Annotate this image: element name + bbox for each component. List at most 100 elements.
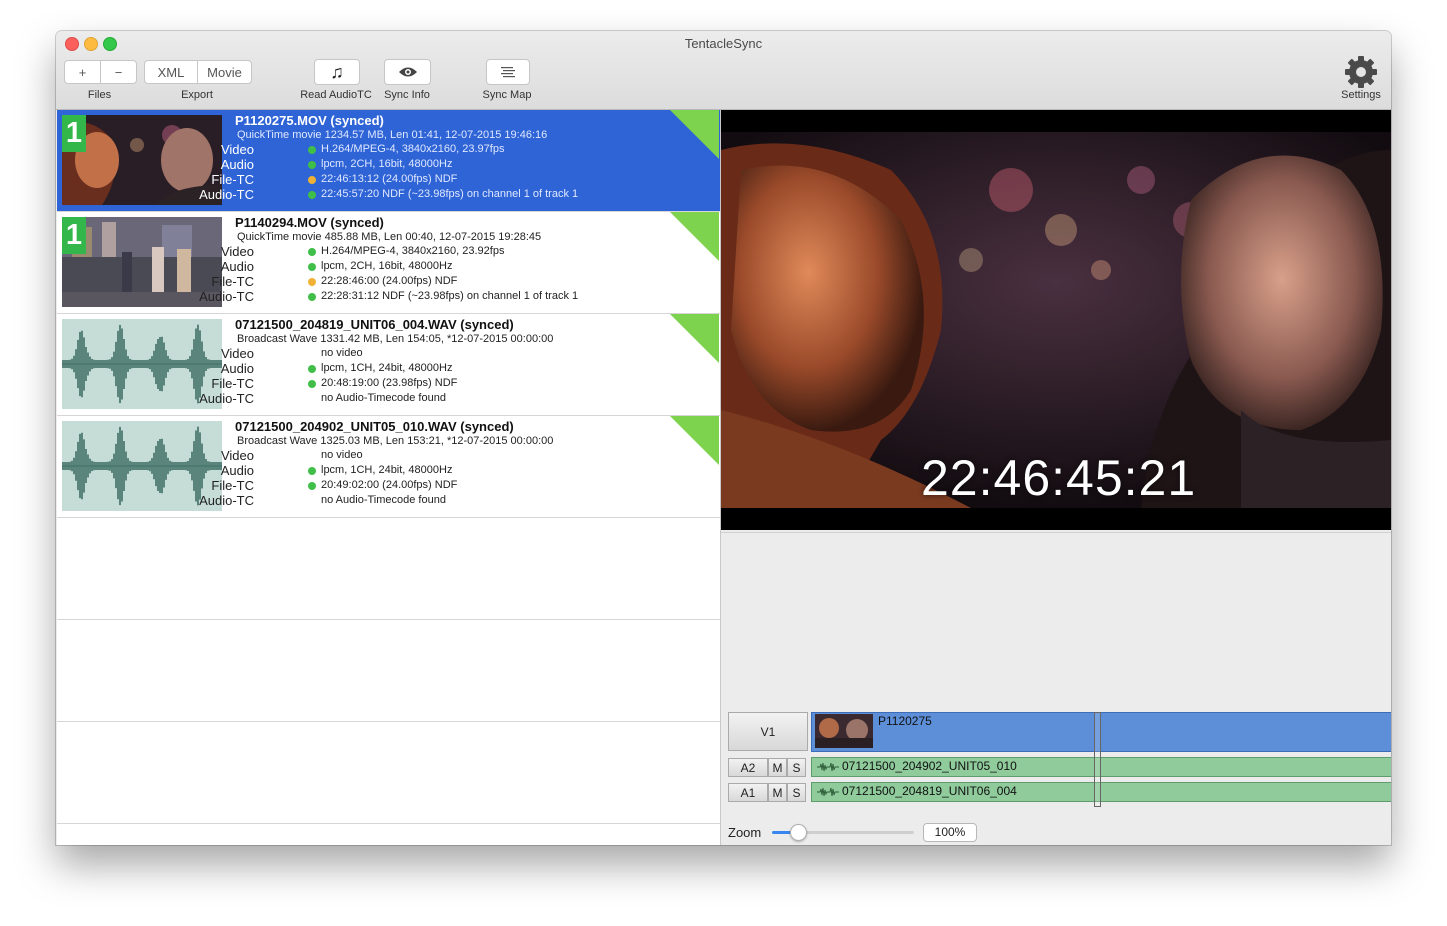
files-segmented-control: + −	[64, 60, 137, 84]
property-value: 22:28:31:12 NDF (~23.98fps) on channel 1…	[321, 290, 579, 302]
status-dot-icon	[308, 278, 316, 286]
track-header-v1[interactable]: V1	[728, 712, 808, 751]
file-property-line: Audio lpcm, 1CH, 24bit, 48000Hz	[57, 463, 677, 478]
empty-row[interactable]	[57, 518, 720, 620]
read-audiotc-label: Read AudioTC	[300, 89, 372, 101]
file-title: P1120275.MOV (synced)	[235, 113, 384, 128]
music-note-icon: ♫	[330, 62, 344, 82]
export-xml-button[interactable]: XML	[145, 61, 197, 83]
export-movie-button[interactable]: Movie	[197, 61, 251, 83]
file-list: 1 P1120275.MOV (synced) QuickTime movie 12…	[57, 110, 721, 845]
app-window: TentacleSync + − Files XML Movie Export …	[56, 31, 1391, 845]
solo-button-a1[interactable]: S	[787, 783, 806, 802]
file-row[interactable]: 07121500_204819_UNIT06_004.WAV (synced) B…	[57, 314, 720, 416]
read-audiotc-button[interactable]: ♫	[314, 59, 360, 85]
property-key: Audio	[220, 463, 254, 478]
status-dot-icon	[308, 467, 316, 475]
export-segmented-control: XML Movie	[144, 60, 252, 84]
property-value: no video	[321, 449, 363, 461]
status-dot-icon	[308, 191, 316, 199]
file-property-line: Audio-TC no Audio-Timecode found	[57, 391, 677, 406]
property-key: File-TC	[211, 478, 254, 493]
property-value: 22:45:57:20 NDF (~23.98fps) on channel 1…	[321, 188, 579, 200]
toolbar: TentacleSync + − Files XML Movie Export …	[56, 31, 1391, 110]
property-value: lpcm, 2CH, 16bit, 48000Hz	[321, 260, 453, 272]
file-property-line: Audio lpcm, 2CH, 16bit, 48000Hz	[57, 157, 677, 172]
property-value: lpcm, 1CH, 24bit, 48000Hz	[321, 464, 453, 476]
property-key: Audio	[220, 259, 254, 274]
sync-map-button[interactable]	[486, 59, 530, 85]
file-title: 07121500_204902_UNIT05_010.WAV (synced)	[235, 419, 514, 434]
file-property-line: Audio lpcm, 2CH, 16bit, 48000Hz	[57, 259, 677, 274]
property-key: Audio-TC	[199, 493, 254, 508]
window-title: TentacleSync	[684, 36, 763, 51]
mute-button-a2[interactable]: M	[768, 758, 787, 777]
clip-label-a2: 07121500_204902_UNIT05_010	[842, 759, 1017, 773]
file-property-line: File-TC 22:46:13:12 (24.00fps) NDF	[57, 172, 677, 187]
file-property-line: File-TC 20:49:02:00 (24.00fps) NDF	[57, 478, 677, 493]
waveform-icon	[817, 787, 839, 797]
property-key: Audio-TC	[199, 187, 254, 202]
sync-info-label: Sync Info	[384, 89, 430, 101]
zoom-value-field[interactable]: 100%	[923, 823, 977, 842]
files-label: Files	[87, 89, 112, 101]
add-file-button[interactable]: +	[65, 61, 100, 83]
property-key: Audio-TC	[199, 289, 254, 304]
status-dot-icon	[308, 263, 316, 271]
track-header-a1[interactable]: A1	[728, 783, 768, 802]
file-row[interactable]: 07121500_204902_UNIT05_010.WAV (synced) B…	[57, 416, 720, 518]
timeline-clip-a2[interactable]: 07121500_204902_UNIT05_010	[811, 757, 1391, 777]
empty-row[interactable]	[57, 620, 720, 722]
timeline-clip-a1[interactable]: 07121500_204819_UNIT06_004	[811, 782, 1391, 802]
property-key: Audio	[220, 361, 254, 376]
property-key: Video	[220, 346, 254, 361]
property-value: lpcm, 1CH, 24bit, 48000Hz	[321, 362, 453, 374]
file-row[interactable]: 1 P1140294.MOV (synced) QuickTime movie 48…	[57, 212, 720, 314]
track-header-a2[interactable]: A2	[728, 758, 768, 777]
synced-corner-marker	[670, 314, 719, 363]
timecode-readout: 22:46:45:21	[921, 450, 1197, 506]
list-lines-icon	[501, 67, 515, 78]
gear-icon	[1345, 56, 1377, 88]
settings-label: Settings	[1341, 89, 1381, 101]
file-summary: QuickTime movie 485.88 MB, Len 00:40, 12…	[237, 231, 542, 243]
file-property-line: Video H.264/MPEG-4, 3840x2160, 23.97fps	[57, 142, 677, 157]
timeline-playhead[interactable]	[1094, 712, 1101, 807]
remove-file-button[interactable]: −	[100, 61, 136, 83]
status-dot-icon	[308, 380, 316, 388]
file-title: P1140294.MOV (synced)	[235, 215, 384, 230]
property-value: no Audio-Timecode found	[321, 494, 446, 506]
timeline-clip-video[interactable]: P1120275	[811, 712, 1391, 752]
file-property-line: Audio-TC 22:45:57:20 NDF (~23.98fps) on c…	[57, 187, 677, 202]
file-property-line: File-TC 20:48:19:00 (23.98fps) NDF	[57, 376, 677, 391]
clip-thumbnail-image	[815, 714, 873, 748]
video-preview: 22:46:45:21	[721, 110, 1391, 530]
solo-button-a2[interactable]: S	[787, 758, 806, 777]
property-value: 20:49:02:00 (24.00fps) NDF	[321, 479, 458, 491]
file-property-line: Audio-TC 22:28:31:12 NDF (~23.98fps) on c…	[57, 289, 677, 304]
file-property-line: Video no video	[57, 448, 677, 463]
property-value: H.264/MPEG-4, 3840x2160, 23.92fps	[321, 245, 505, 257]
zoom-slider-knob[interactable]	[789, 824, 807, 841]
property-value: no video	[321, 347, 363, 359]
sync-map-label: Sync Map	[482, 89, 532, 101]
property-key: File-TC	[211, 274, 254, 289]
file-property-line: Video no video	[57, 346, 677, 361]
export-label: Export	[181, 89, 213, 101]
property-value: lpcm, 2CH, 16bit, 48000Hz	[321, 158, 453, 170]
file-row[interactable]: 1 P1120275.MOV (synced) QuickTime movie 12…	[57, 110, 720, 212]
status-dot-icon	[308, 293, 316, 301]
file-property-line: Audio-TC no Audio-Timecode found	[57, 493, 677, 508]
mute-button-a1[interactable]: M	[768, 783, 787, 802]
file-summary: QuickTime movie 1234.57 MB, Len 01:41, 1…	[237, 129, 548, 141]
synced-corner-marker	[670, 212, 719, 261]
property-key: Audio	[220, 157, 254, 172]
file-property-line: Audio lpcm, 1CH, 24bit, 48000Hz	[57, 361, 677, 376]
property-key: Video	[220, 244, 254, 259]
file-property-line: File-TC 22:28:46:00 (24.00fps) NDF	[57, 274, 677, 289]
empty-row[interactable]	[57, 722, 720, 824]
property-key: Audio-TC	[199, 391, 254, 406]
sync-info-button[interactable]	[384, 59, 431, 85]
property-key: File-TC	[211, 172, 254, 187]
property-value: H.264/MPEG-4, 3840x2160, 23.97fps	[321, 143, 505, 155]
